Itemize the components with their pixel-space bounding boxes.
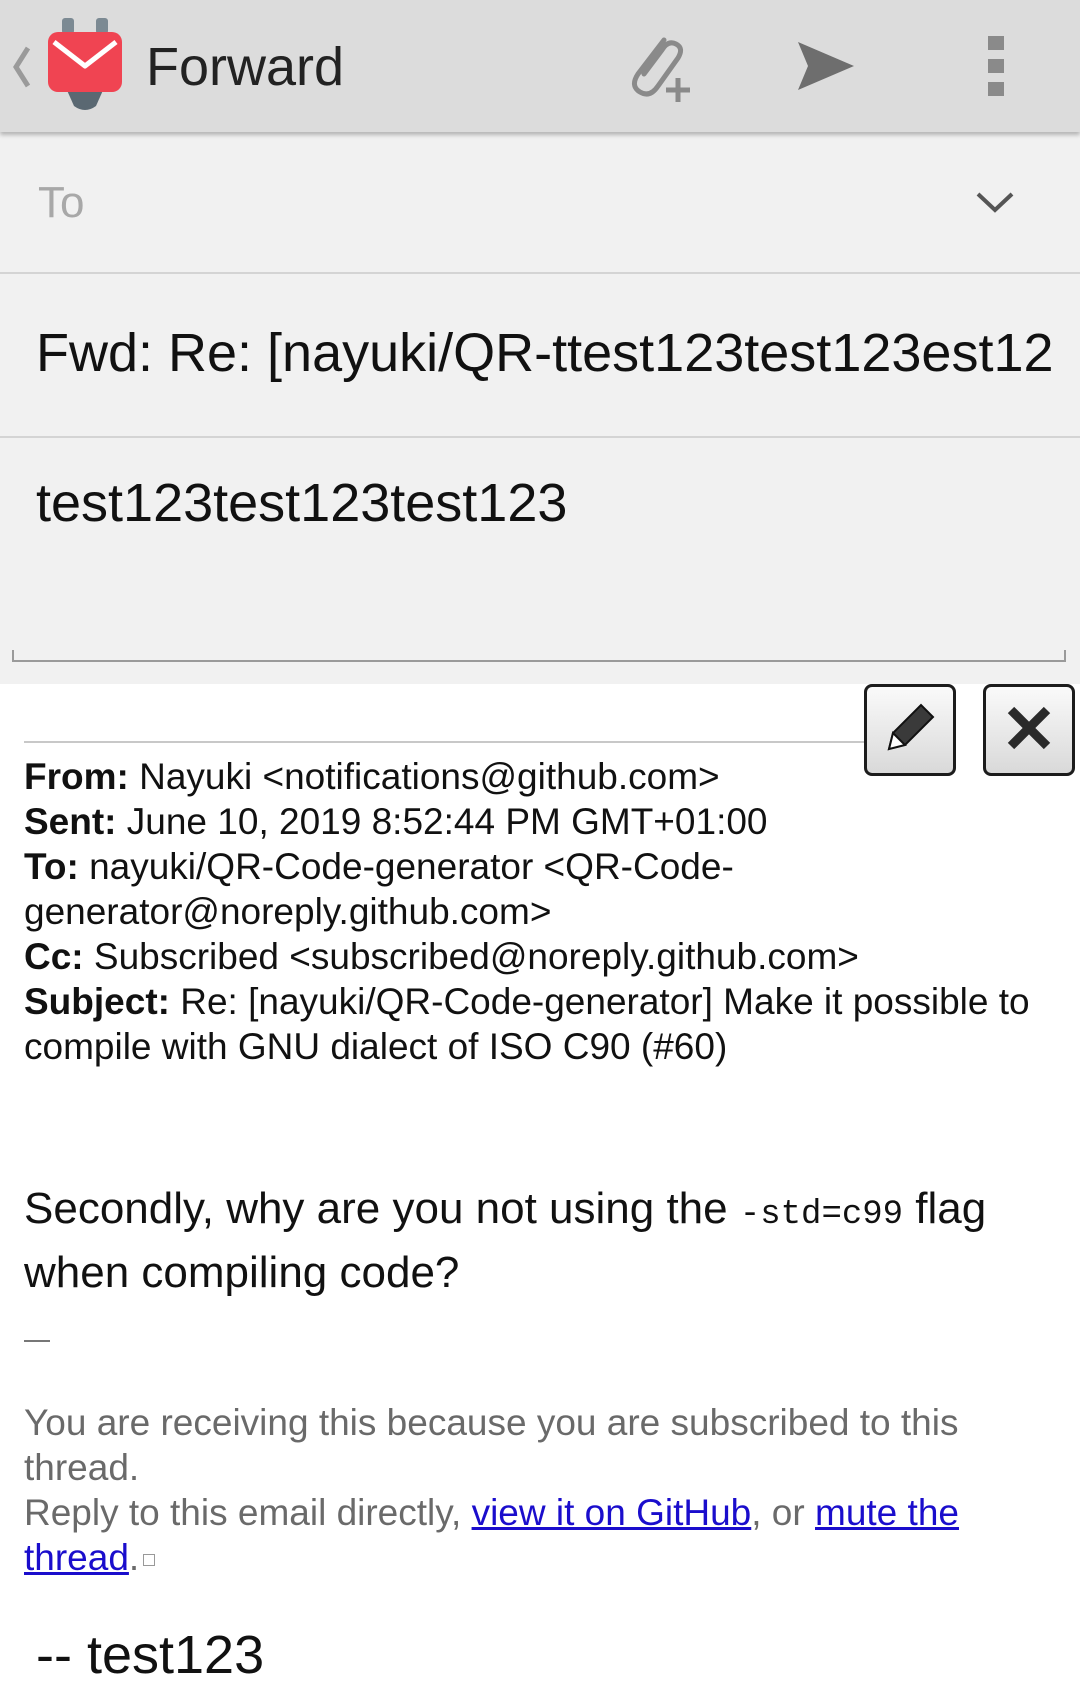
send-icon — [794, 38, 858, 99]
message-prefix: Secondly, why are you not using the — [24, 1184, 740, 1233]
header-from: From: Nayuki <notifications@github.com> — [24, 754, 1034, 799]
message-body-text: test123test123test123 — [36, 473, 568, 533]
cc-value: Subscribed <subscribed@noreply.github.co… — [93, 936, 859, 977]
chevron-down-icon[interactable] — [970, 178, 1020, 228]
from-value: Nayuki <notifications@github.com> — [139, 756, 720, 797]
subject-field[interactable]: Fwd: Re: [nayuki/QR-ttest123test123est12 — [0, 274, 1080, 438]
header-cc: Cc: Subscribed <subscribed@noreply.githu… — [24, 934, 1034, 979]
notification-footer: You are receiving this because you are s… — [24, 1400, 1034, 1580]
sent-label: Sent: — [24, 801, 117, 842]
footer-or-text: , or — [751, 1492, 815, 1533]
view-on-github-link[interactable]: view it on GitHub — [472, 1492, 752, 1533]
attach-file-button[interactable] — [618, 28, 698, 108]
quoted-message-text: Secondly, why are you not using the -std… — [24, 1180, 1034, 1301]
paperclip-plus-icon — [618, 26, 698, 111]
quoted-message: From: Nayuki <notifications@github.com> … — [0, 684, 1080, 1699]
quoted-headers: From: Nayuki <notifications@github.com> … — [24, 754, 1034, 1069]
to-field[interactable] — [36, 172, 940, 234]
to-label: To: — [24, 846, 79, 887]
app-logo[interactable] — [44, 18, 126, 114]
quote-divider — [24, 741, 864, 743]
to-value: nayuki/QR-Code-generator <QR-Code-genera… — [24, 846, 734, 932]
header-sent: Sent: June 10, 2019 8:52:44 PM GMT+01:00 — [24, 799, 1034, 844]
footer-subscribed-text: You are receiving this because you are s… — [24, 1402, 959, 1488]
action-bar: Forward — [0, 0, 1080, 132]
message-body-field[interactable]: test123test123test123 — [0, 438, 1080, 684]
to-row — [0, 132, 1080, 274]
from-label: From: — [24, 756, 129, 797]
chevron-left-icon[interactable] — [10, 42, 32, 92]
footer-period: . — [128, 1537, 140, 1578]
overflow-menu-button[interactable] — [956, 28, 1036, 108]
subject-label: Subject: — [24, 981, 170, 1022]
tracking-image-icon — [143, 1554, 156, 1567]
signature: -- test123 — [36, 1625, 265, 1685]
footer-reply-text: Reply to this email directly, — [24, 1492, 472, 1533]
subject-text: Fwd: Re: [nayuki/QR-ttest123test123est12 — [36, 323, 1054, 383]
footer-separator — [24, 1340, 50, 1342]
footer-reply-line: Reply to this email directly, view it on… — [24, 1490, 1034, 1580]
cc-label: Cc: — [24, 936, 84, 977]
message-code: -std=c99 — [739, 1196, 904, 1234]
send-button[interactable] — [786, 28, 866, 108]
subject-value: Re: [nayuki/QR-Code-generator] Make it p… — [24, 981, 1030, 1067]
header-to: To: nayuki/QR-Code-generator <QR-Code-ge… — [24, 844, 1034, 934]
overflow-menu-icon — [986, 34, 1006, 103]
screen-title: Forward — [146, 37, 345, 97]
sent-value: June 10, 2019 8:52:44 PM GMT+01:00 — [126, 801, 768, 842]
body-field-underline — [12, 650, 1066, 662]
compose-form: Fwd: Re: [nayuki/QR-ttest123test123est12… — [0, 132, 1080, 684]
close-x-icon — [999, 698, 1059, 763]
header-subject: Subject: Re: [nayuki/QR-Code-generator] … — [24, 979, 1034, 1069]
